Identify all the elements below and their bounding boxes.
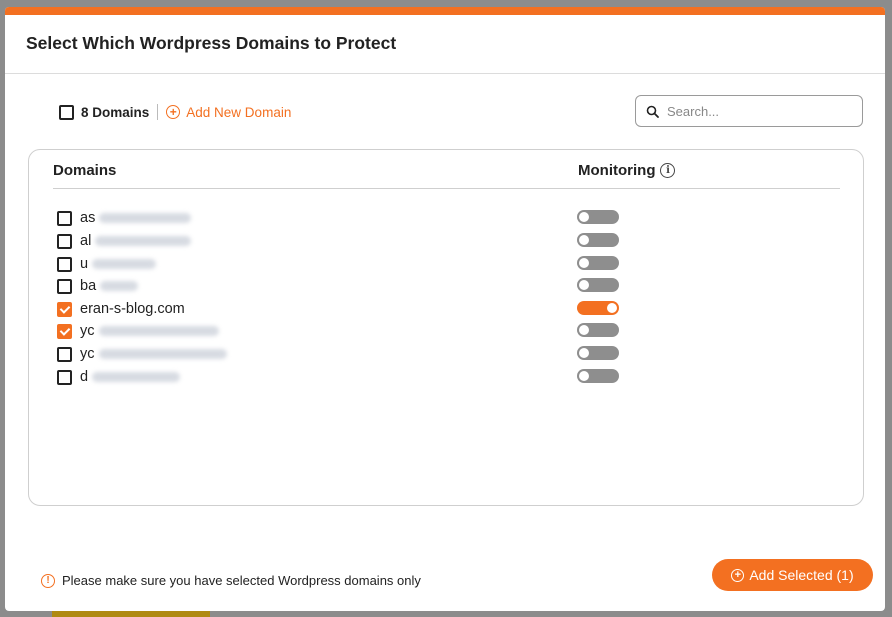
- footer-warning: ! Please make sure you have selected Wor…: [41, 573, 421, 588]
- modal-title: Select Which Wordpress Domains to Protec…: [26, 33, 397, 53]
- domain-row: eran-s-blog.com: [57, 300, 637, 318]
- domain-checkbox[interactable]: [57, 278, 72, 294]
- redacted-text: [98, 349, 227, 359]
- info-icon[interactable]: i: [660, 163, 676, 178]
- redacted-text: [99, 213, 192, 223]
- domain-row: d: [57, 368, 637, 386]
- domain-row: yc: [57, 322, 637, 340]
- search-icon: [646, 105, 659, 118]
- domain-label: d: [80, 369, 89, 385]
- domains-count: 8 Domains: [81, 104, 150, 120]
- domains-list-card: Domains Monitoring i as al u ba eran-s-b…: [28, 149, 864, 506]
- domain-checkbox[interactable]: [57, 369, 72, 385]
- toolbar-separator: [157, 104, 159, 120]
- monitoring-toggle[interactable]: [577, 301, 619, 315]
- domain-row: ba: [57, 277, 637, 295]
- domains-toolbar: 8 Domains + Add New Domain: [59, 103, 291, 121]
- column-header-domains: Domains: [53, 162, 117, 179]
- add-new-domain-link[interactable]: Add New Domain: [186, 105, 291, 120]
- search-box[interactable]: [635, 95, 863, 127]
- monitoring-toggle[interactable]: [577, 369, 619, 383]
- domain-checkbox[interactable]: [57, 210, 72, 226]
- backdrop-highlight: [52, 610, 210, 617]
- domain-label: as: [80, 210, 96, 226]
- domain-label: yc: [80, 346, 95, 362]
- domain-checkbox[interactable]: [57, 346, 72, 362]
- domain-row: al: [57, 232, 637, 250]
- column-header-monitoring-label: Monitoring: [578, 162, 656, 179]
- search-input[interactable]: [665, 102, 849, 120]
- redacted-text: [100, 281, 139, 291]
- domain-label: al: [80, 233, 92, 249]
- monitoring-toggle[interactable]: [577, 323, 619, 337]
- select-domains-modal: Select Which Wordpress Domains to Protec…: [5, 7, 885, 611]
- redacted-text: [98, 326, 219, 336]
- redacted-text: [95, 236, 192, 246]
- domain-checkbox[interactable]: [57, 256, 72, 272]
- monitoring-toggle[interactable]: [577, 233, 619, 247]
- select-all-checkbox[interactable]: [59, 104, 74, 120]
- domain-row: yc: [57, 345, 637, 363]
- alert-circle-icon: !: [41, 573, 55, 588]
- monitoring-toggle[interactable]: [577, 346, 619, 360]
- warning-text: Please make sure you have selected Wordp…: [62, 573, 421, 588]
- domain-label: u: [80, 256, 89, 272]
- monitoring-toggle[interactable]: [577, 256, 619, 270]
- domain-label: ba: [80, 278, 97, 294]
- domain-row: u: [57, 255, 637, 273]
- domain-checkbox[interactable]: [57, 323, 72, 339]
- header-divider: [5, 73, 885, 74]
- domain-checkbox[interactable]: [57, 301, 72, 317]
- modal-accent-bar: [5, 7, 885, 15]
- add-selected-label: Add Selected (1): [749, 567, 854, 583]
- list-header-divider: [53, 188, 840, 189]
- add-selected-button[interactable]: + Add Selected (1): [712, 559, 873, 591]
- domain-row: as: [57, 209, 637, 227]
- redacted-text: [92, 259, 157, 269]
- plus-circle-icon[interactable]: +: [166, 105, 181, 119]
- domain-label: eran-s-blog.com: [80, 301, 185, 317]
- redacted-text: [92, 372, 181, 382]
- plus-circle-icon: +: [731, 568, 745, 582]
- domain-label: yc: [80, 323, 95, 339]
- monitoring-toggle[interactable]: [577, 210, 619, 224]
- column-header-monitoring: Monitoring i: [578, 162, 676, 179]
- monitoring-toggle[interactable]: [577, 278, 619, 292]
- domain-checkbox[interactable]: [57, 233, 72, 249]
